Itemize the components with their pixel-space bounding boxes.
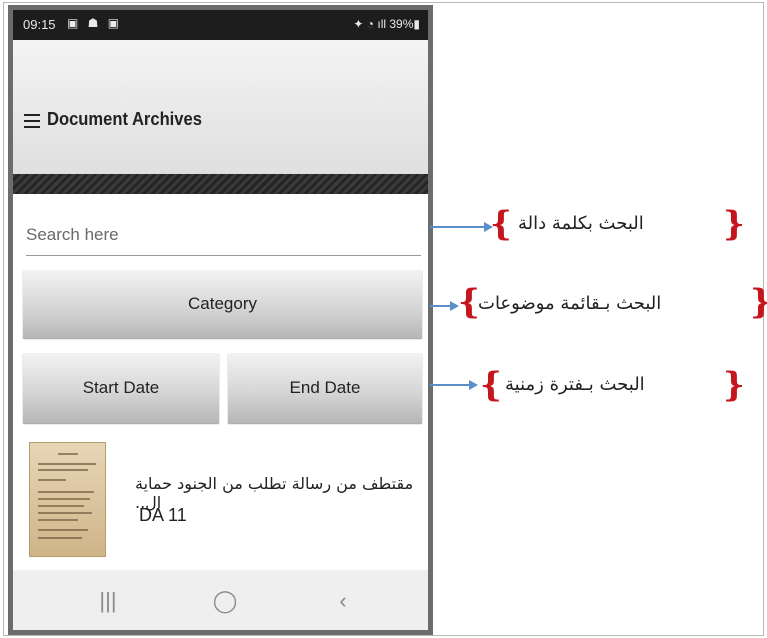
- end-date-button[interactable]: End Date: [228, 353, 422, 423]
- document-id: DA 11: [139, 505, 187, 525]
- signal-icons: ✦ ◔ ıll: [353, 17, 387, 31]
- period-arrow-line: [430, 384, 470, 386]
- topic-list-search-label: البحث بـقائمة موضوعات: [478, 293, 662, 314]
- system-nav-bar: ||| ◯ ‹: [13, 570, 428, 630]
- period-right-brace: }: [723, 365, 745, 405]
- keyword-arrow-line: [430, 226, 485, 228]
- document-thumbnail: [29, 442, 106, 557]
- search-input[interactable]: [26, 214, 421, 256]
- status-bar: 09:15 ▣ ☗ ▣ ✦ ◔ ıll 39%▮: [13, 10, 428, 40]
- back-icon[interactable]: ‹: [328, 588, 358, 618]
- notification-icons: ▣ ☗ ▣: [67, 16, 123, 30]
- list-item[interactable]: مقتطف من رسالة تطلب من الجنود حماية ال..…: [13, 430, 428, 570]
- keyword-right-brace: }: [723, 204, 745, 244]
- period-arrowhead: [469, 380, 478, 390]
- home-icon[interactable]: ◯: [210, 588, 240, 618]
- phone-screen: 09:15 ▣ ☗ ▣ ✦ ◔ ıll 39%▮ Document Archiv…: [8, 5, 433, 635]
- keyword-left-brace: {: [490, 204, 512, 244]
- start-date-button[interactable]: Start Date: [23, 353, 219, 423]
- time-period-search-label: البحث بـفترة زمنية: [505, 374, 645, 395]
- category-button[interactable]: Category: [23, 270, 422, 338]
- status-time: 09:15: [23, 17, 56, 32]
- topic-left-brace: {: [458, 282, 480, 322]
- topic-arrow-line: [430, 305, 452, 307]
- decorative-banner: [13, 174, 428, 194]
- status-indicators: ✦ ◔ ıll 39%▮: [353, 17, 420, 31]
- battery-level: 39%▮: [389, 17, 420, 31]
- period-left-brace: {: [480, 365, 502, 405]
- page-title: Document Archives: [47, 109, 202, 129]
- hamburger-menu-icon[interactable]: [24, 114, 40, 128]
- keyword-search-label: البحث بكلمة دالة: [518, 213, 644, 234]
- recent-apps-icon[interactable]: |||: [93, 588, 123, 618]
- app-bar: Document Archives: [13, 40, 428, 174]
- topic-right-brace: }: [750, 285, 767, 319]
